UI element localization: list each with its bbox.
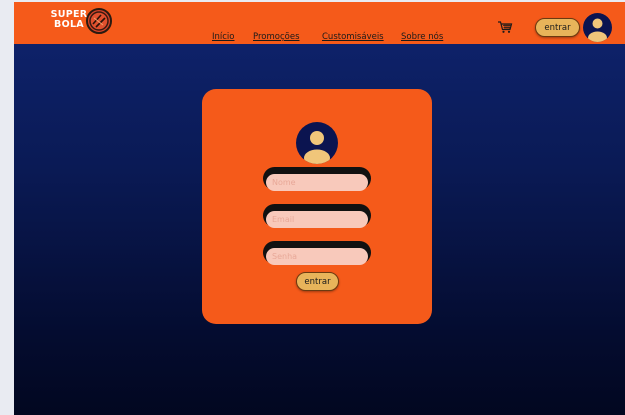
nav-link-inicio[interactable]: Início <box>212 32 235 42</box>
submit-button[interactable]: entrar <box>296 272 339 291</box>
login-card: entrar <box>202 89 432 324</box>
user-avatar-icon <box>296 122 338 164</box>
password-field <box>263 241 371 265</box>
main-nav: Início Promoções Customisáveis Sobre nós <box>14 32 625 46</box>
nav-link-promocoes[interactable]: Promoções <box>253 32 300 42</box>
name-field <box>263 167 371 191</box>
email-field <box>263 204 371 228</box>
header-login-button[interactable]: entrar <box>535 18 580 37</box>
ball-logo-icon <box>86 8 112 34</box>
nav-link-customisaveis[interactable]: Customisáveis <box>322 32 384 42</box>
nav-link-sobre-nos[interactable]: Sobre nós <box>401 32 443 42</box>
password-input[interactable] <box>266 248 368 265</box>
name-input[interactable] <box>266 174 368 191</box>
header-bar: SUPER BOLA Início Promoções Customisávei… <box>14 2 625 44</box>
page: SUPER BOLA Início Promoções Customisávei… <box>14 2 625 415</box>
shopping-cart-icon[interactable] <box>497 19 513 33</box>
email-input[interactable] <box>266 211 368 228</box>
user-avatar-icon[interactable] <box>583 13 612 42</box>
